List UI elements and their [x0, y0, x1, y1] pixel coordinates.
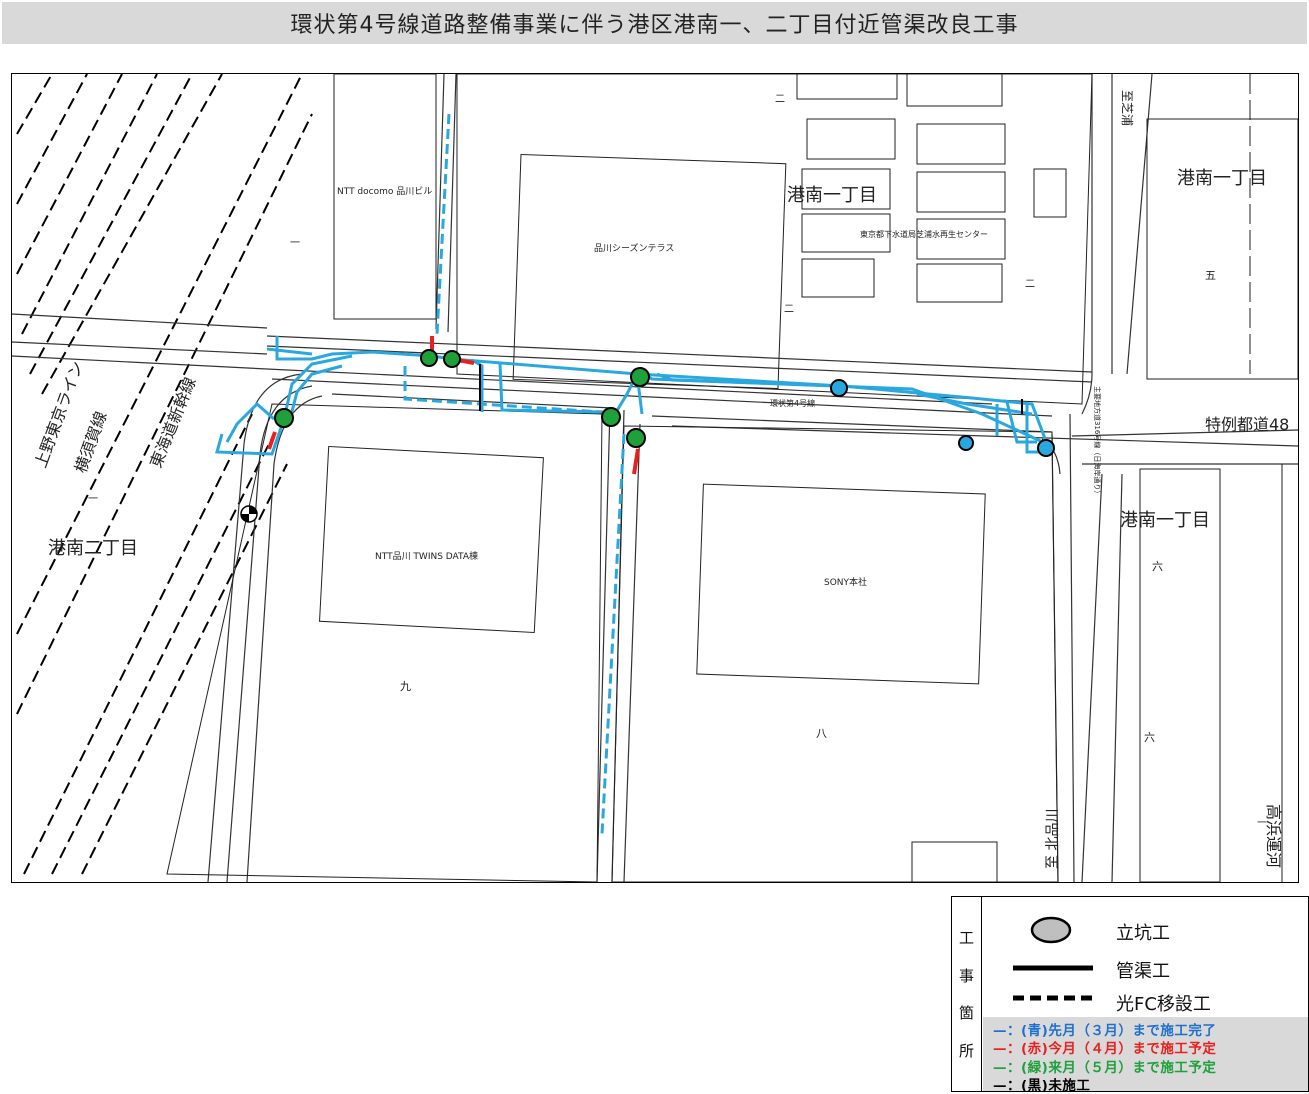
- label-konan2: 港南二丁目: [48, 538, 138, 559]
- legend-row-fc: 光FC移設工: [983, 984, 1308, 1018]
- label-kyu: 九: [400, 680, 411, 693]
- label-ni-1: 二: [775, 94, 785, 105]
- road-outlines: [12, 74, 1298, 882]
- shaft-green-marker: [420, 349, 438, 367]
- shaft-green-marker: [630, 367, 650, 387]
- shaft-markers: [274, 349, 1055, 457]
- legend-side-char: 事: [958, 966, 974, 985]
- legend-side-char: 箇: [958, 1004, 974, 1023]
- benchmark-icon: [240, 505, 258, 523]
- fc-dashed-line-icon: [1013, 995, 1093, 1001]
- route-planned-dashed: [403, 113, 626, 835]
- shaft-green-marker: [274, 408, 294, 428]
- legend-pipe-label: 管渠工: [1116, 961, 1170, 982]
- label-ni-3: 二: [1025, 279, 1035, 290]
- shaft-symbol-icon: [1030, 916, 1072, 944]
- label-docomo: NTT docomo 品川ビル: [337, 186, 432, 197]
- label-hachi: 八: [816, 727, 827, 740]
- shaft-green-marker: [626, 428, 646, 448]
- status-line-next-month: —：(緑)来月（５月）まで施工予定: [993, 1060, 1217, 1076]
- label-sewer: 東京都下水道局芝浦水再生センター: [860, 229, 988, 239]
- status-line-done: —：(青)先月（３月）まで施工完了: [993, 1023, 1217, 1039]
- label-konan1-mid: 港南一丁目: [1120, 510, 1210, 531]
- shaft-blue-marker: [1037, 439, 1055, 457]
- pipe-line-icon: [1013, 965, 1093, 971]
- label-ichi-1: 一: [290, 238, 300, 249]
- label-shibaura: 至芝浦: [1120, 90, 1135, 126]
- shaft-blue-marker: [958, 435, 974, 451]
- page-title-text: 環状第4号線道路整備事業に伴う港区港南一、二丁目付近管渠改良工事: [290, 13, 1019, 38]
- label-takahama: 高浜運河: [1264, 804, 1283, 868]
- legend-side-title: 工 事 箇 所: [952, 897, 982, 1091]
- status-line-not-started: —：(黒)未施工: [993, 1078, 1091, 1094]
- legend-row-pipe: 管渠工: [983, 951, 1308, 985]
- label-ni-2: 二: [784, 304, 794, 315]
- label-tokaido: 東海道新幹線: [146, 374, 200, 470]
- label-sony: SONY本社: [824, 576, 867, 588]
- label-shuyo: 主要地方道316号線（日海岸通り）: [1093, 386, 1102, 497]
- map-legend: 工 事 箇 所 立坑工 管渠工 光FC移設工 —：(青)先月（３月）まで施工完了…: [951, 896, 1309, 1094]
- label-kitashinagawa: 至 北品川: [1045, 809, 1061, 869]
- label-roku-2: 六: [1144, 731, 1155, 744]
- shaft-blue-marker: [830, 379, 848, 397]
- railway-lines: [16, 74, 313, 875]
- map-canvas: NTT docomo 品川ビル 品川シーズンテラス 港南一丁目 東京都下水道局芝…: [12, 74, 1298, 882]
- label-ichi-3: 一: [1257, 818, 1267, 829]
- shaft-green-marker: [443, 350, 461, 368]
- shaft-green-marker: [601, 407, 621, 427]
- legend-side-char: 所: [958, 1041, 974, 1060]
- page-title: 環状第4号線道路整備事業に伴う港区港南一、二丁目付近管渠改良工事: [2, 2, 1307, 44]
- label-yokosuka: 横須賀線: [71, 409, 111, 476]
- label-roku-1: 六: [1152, 560, 1163, 573]
- label-twins: NTT品川 TWINS DATA棟: [375, 550, 478, 562]
- legend-shaft-label: 立坑工: [1116, 923, 1170, 944]
- label-tokurei: 特例都道48: [1205, 415, 1289, 434]
- legend-side-char: 工: [958, 929, 974, 948]
- legend-fc-label: 光FC移設工: [1116, 994, 1211, 1015]
- label-go: 五: [1205, 269, 1216, 282]
- route-not-started-black: [479, 364, 1023, 414]
- label-kanjo4: 環状第4号線: [770, 398, 815, 408]
- label-konan1-right: 港南一丁目: [1177, 168, 1267, 189]
- label-seasons: 品川シーズンテラス: [594, 242, 674, 254]
- label-konan1-top: 港南一丁目: [787, 185, 877, 206]
- status-line-this-month: —：(赤)今月（４月）まで施工予定: [993, 1041, 1217, 1057]
- legend-row-shaft: 立坑工: [983, 913, 1308, 947]
- label-ichi-2: 一: [88, 494, 98, 505]
- construction-map[interactable]: NTT docomo 品川ビル 品川シーズンテラス 港南一丁目 東京都下水道局芝…: [11, 73, 1299, 883]
- legend-status-box: —：(青)先月（３月）まで施工完了 —：(赤)今月（４月）まで施工予定 —：(緑…: [983, 1017, 1308, 1094]
